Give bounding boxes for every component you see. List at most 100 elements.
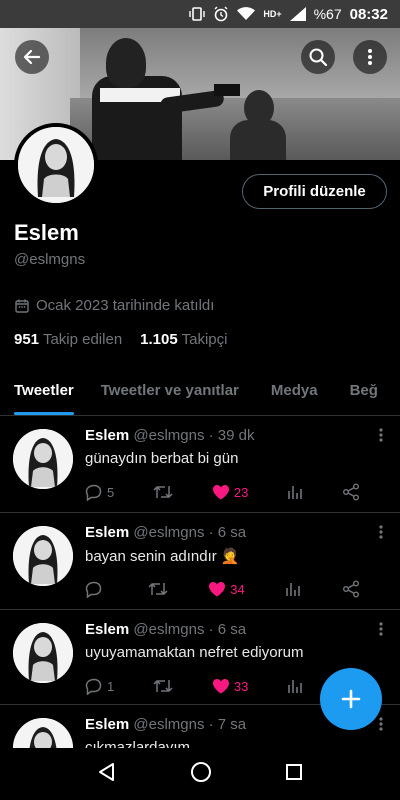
- tweet-header: Eslem @eslmgns · 39 dk: [85, 427, 254, 444]
- tweet-meta: @eslmgns · 6 sa: [133, 524, 247, 541]
- analytics-icon: [288, 486, 302, 499]
- following-count: 951: [14, 331, 40, 348]
- more-vertical-icon: [379, 428, 383, 442]
- tab-tweets-and-replies[interactable]: Tweetler ve yanıtlar: [101, 370, 239, 415]
- tweet-meta: @eslmgns · 7 sa: [133, 716, 247, 733]
- reply-button[interactable]: 1: [85, 677, 114, 695]
- tweet-header: Eslem @eslmgns · 7 sa: [85, 716, 246, 733]
- more-vertical-icon: [379, 717, 383, 731]
- vibrate-icon: [189, 7, 206, 21]
- tweet-text: uyuyamamaktan nefret ediyorum: [85, 644, 304, 661]
- like-count: 23: [233, 484, 249, 500]
- wifi-icon: [237, 7, 256, 21]
- tweet-author-name[interactable]: Eslem: [85, 716, 129, 733]
- nav-home-button[interactable]: [190, 761, 212, 788]
- tweet-author-name[interactable]: Eslem: [85, 621, 129, 638]
- tweet-item[interactable]: Eslem @eslmgns · 39 dk günaydın berbat b…: [0, 417, 400, 513]
- square-recents-icon: [286, 763, 303, 780]
- reply-icon: [85, 484, 102, 501]
- heart-filled-icon: [212, 679, 229, 694]
- circle-home-icon: [190, 761, 211, 782]
- like-button[interactable]: 33: [212, 678, 248, 694]
- edit-profile-button[interactable]: Profili düzenle: [242, 174, 387, 209]
- nav-back-button[interactable]: [97, 762, 117, 787]
- calendar-icon: [15, 299, 29, 313]
- tweet-text: günaydın berbat bi gün: [85, 450, 239, 467]
- more-vertical-icon: [379, 622, 383, 636]
- retweet-button[interactable]: [153, 677, 173, 695]
- search-icon: [309, 48, 328, 67]
- join-date-text: Ocak 2023 tarihinde katıldı: [36, 297, 215, 314]
- followers-label: Takipçi: [181, 331, 228, 348]
- like-count: 34: [230, 581, 245, 597]
- follow-stats: 951 Takip edilen 1.105 Takipçi: [14, 331, 227, 348]
- analytics-icon: [288, 680, 302, 693]
- heart-filled-icon: [212, 485, 229, 500]
- analytics-button[interactable]: [287, 678, 303, 694]
- signal-icon: [289, 7, 306, 21]
- retweet-button[interactable]: [148, 580, 168, 598]
- tweet-more-button[interactable]: [378, 716, 384, 737]
- reply-icon: [85, 581, 102, 598]
- back-button[interactable]: [15, 40, 49, 74]
- join-date: Ocak 2023 tarihinde katıldı: [14, 297, 214, 314]
- reply-button[interactable]: [85, 580, 107, 598]
- analytics-button[interactable]: [287, 484, 303, 500]
- tweet-item[interactable]: Eslem @eslmgns · 6 sa bayan senin adındı…: [0, 514, 400, 610]
- followers-link[interactable]: 1.105 Takipçi: [140, 331, 227, 348]
- profile-name: Eslem: [14, 220, 79, 245]
- tab-likes[interactable]: Beğ: [350, 370, 378, 415]
- tweet-avatar[interactable]: [13, 429, 73, 489]
- tweet-more-button[interactable]: [378, 524, 384, 545]
- tweet-more-button[interactable]: [378, 621, 384, 642]
- tweet-author-name[interactable]: Eslem: [85, 524, 129, 541]
- nav-recents-button[interactable]: [285, 763, 303, 786]
- tab-media[interactable]: Medya: [271, 370, 318, 415]
- alarm-icon: [213, 6, 229, 22]
- tweet-header: Eslem @eslmgns · 6 sa: [85, 621, 246, 638]
- following-label: Takip edilen: [42, 331, 123, 348]
- more-options-button[interactable]: [353, 40, 387, 74]
- battery-level: %67: [313, 6, 342, 22]
- retweet-icon: [153, 486, 173, 498]
- share-button[interactable]: [342, 580, 360, 598]
- analytics-icon: [286, 583, 301, 596]
- share-icon: [342, 483, 359, 501]
- tweet-meta: @eslmgns · 39 dk: [133, 427, 255, 444]
- heart-filled-icon: [209, 582, 226, 597]
- tweet-avatar[interactable]: [13, 526, 73, 586]
- retweet-icon: [153, 680, 173, 692]
- like-button[interactable]: 23: [212, 484, 248, 500]
- plus-icon: [341, 689, 361, 709]
- like-button[interactable]: 34: [208, 581, 245, 597]
- tweet-text: bayan senin adındır 🤦: [85, 548, 240, 565]
- network-type: HD+: [263, 9, 282, 19]
- analytics-button[interactable]: [285, 581, 301, 597]
- reply-button[interactable]: 5: [85, 483, 114, 501]
- followers-count: 1.105: [140, 331, 178, 348]
- arrow-left-icon: [23, 49, 41, 65]
- profile-handle: @eslmgns: [14, 251, 86, 268]
- tweet-author-name[interactable]: Eslem: [85, 427, 129, 444]
- reply-count: 5: [107, 484, 115, 500]
- share-icon: [342, 580, 359, 598]
- tweet-more-button[interactable]: [378, 427, 384, 448]
- triangle-back-icon: [98, 762, 114, 781]
- compose-tweet-button[interactable]: [320, 668, 382, 730]
- share-button[interactable]: [342, 483, 360, 501]
- like-count: 33: [233, 678, 249, 694]
- tweet-meta: @eslmgns · 6 sa: [133, 621, 247, 638]
- tweet-avatar[interactable]: [13, 623, 73, 683]
- status-bar: HD+ %67 08:32: [0, 0, 400, 28]
- more-vertical-icon: [379, 525, 383, 539]
- tweet-actions: 1 33: [85, 677, 360, 695]
- profile-avatar[interactable]: [14, 123, 98, 207]
- reply-count: 1: [107, 678, 115, 694]
- following-link[interactable]: 951 Takip edilen: [14, 331, 122, 348]
- search-button[interactable]: [301, 40, 335, 74]
- more-vertical-icon: [368, 49, 372, 65]
- tab-tweets[interactable]: Tweetler: [14, 370, 74, 415]
- tweet-actions: 34: [85, 580, 360, 598]
- system-navigation-bar: [0, 748, 400, 800]
- retweet-button[interactable]: [153, 483, 173, 501]
